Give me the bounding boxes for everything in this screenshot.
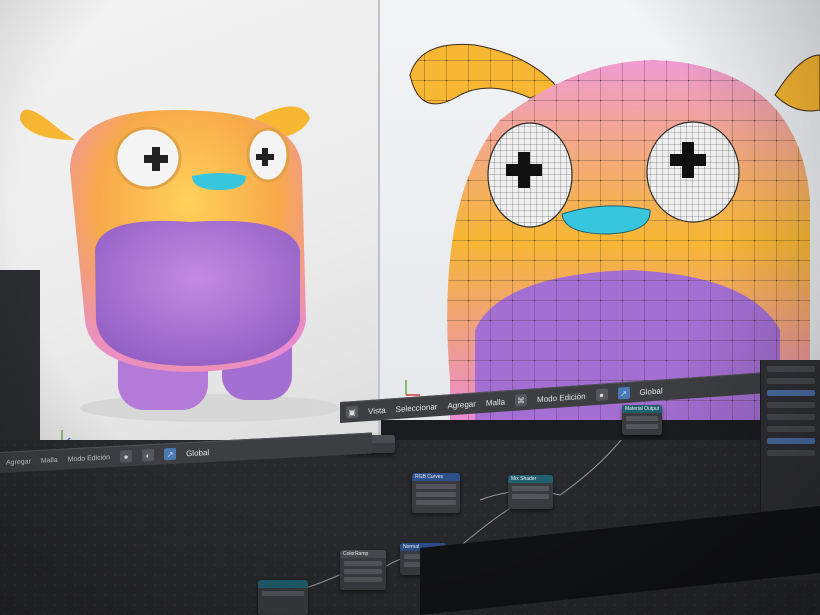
edit-viewport[interactable] [380,0,820,421]
wireframe-character [405,43,820,421]
transform-orientation[interactable]: Global [186,448,209,458]
blender-screen: Normal RGB Curves Mix Shader Material Ou… [0,0,820,615]
menu-malla[interactable]: Malla [486,397,505,407]
menu-malla[interactable]: Malla [41,456,58,464]
shading-icon[interactable]: ● [120,450,133,463]
shading-icon[interactable]: ● [595,388,608,402]
node-colorramp[interactable]: ColorRamp [340,550,386,590]
mode-selector[interactable]: Modo Edición [68,454,110,463]
left-ear [20,109,75,140]
axis-gizmo-right [405,380,420,396]
menu-vista[interactable]: Vista [368,405,386,415]
pivot-icon[interactable]: ↗ [164,447,177,461]
node-partial[interactable] [258,580,308,615]
render-viewport[interactable] [0,0,380,470]
rendered-character [20,106,340,447]
ground-shadow [80,394,340,422]
menu-seleccionar[interactable]: Seleccionar [396,402,438,414]
editor-type-icon[interactable]: ▣ [346,405,358,419]
menu-agregar[interactable]: Agregar [6,458,31,466]
edit-mode-icon: ⌘ [515,393,528,407]
transform-orientation-right[interactable]: Global [640,386,663,397]
mode-selector[interactable]: Modo Edición [537,391,585,403]
node-title: Material Output [622,405,662,413]
node-material-output[interactable]: Material Output [622,405,662,435]
overlay-icon[interactable]: ◐ [142,448,155,462]
node-title: RGB Curves [412,473,460,481]
belly [95,220,300,366]
menu-agregar[interactable]: Agregar [447,399,475,410]
pivot-icon[interactable]: ↗ [617,386,630,400]
node-title: Mix Shader [508,475,553,483]
node-mix-shader[interactable]: Mix Shader [508,475,553,509]
ear-right-wire [774,54,820,112]
node-rgb-curves[interactable]: RGB Curves [412,473,460,513]
node-title: ColorRamp [340,550,386,558]
